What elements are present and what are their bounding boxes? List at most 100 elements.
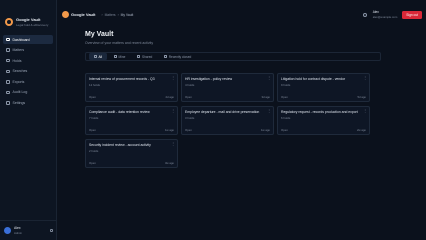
download-icon (6, 80, 10, 84)
sidebar-item-holds[interactable]: Holds (3, 56, 53, 65)
sidebar: Google Vault Legal hold & eDiscovery Das… (0, 0, 57, 240)
grid-icon (94, 55, 97, 58)
card-status: Open (89, 161, 96, 165)
sidebar-item-label: Dashboard (12, 37, 30, 42)
tab-all[interactable]: All (89, 53, 108, 60)
share-icon (137, 55, 140, 58)
matter-card[interactable]: Employee departure - mail and drive pres… (181, 106, 274, 135)
sidebar-item-dashboard[interactable]: Dashboard (3, 35, 53, 44)
matter-card[interactable]: HR investigation - policy review ⋮ 4 hol… (181, 73, 274, 102)
card-date: 3w ago (164, 161, 174, 165)
tab-label: Recently closed (168, 54, 192, 59)
logout-icon[interactable] (50, 229, 53, 232)
more-options-icon[interactable]: ⋮ (363, 76, 367, 80)
more-options-icon[interactable]: ⋮ (267, 109, 271, 113)
more-options-icon[interactable]: ⋮ (171, 76, 175, 80)
search-icon[interactable] (362, 12, 367, 17)
card-status: Open (185, 128, 192, 132)
account-name: Alex (372, 10, 379, 14)
tab-label: All (98, 54, 103, 59)
folder-icon (6, 48, 10, 52)
card-status: Open (281, 95, 288, 99)
breadcrumb: › Matters › My Vault (99, 13, 133, 17)
sidebar-item-label: Matters (12, 48, 25, 53)
tab-shared[interactable]: Shared (132, 53, 157, 60)
card-date: 1w ago (164, 128, 174, 132)
user-role: Admin (14, 231, 22, 235)
card-date: 2w ago (356, 128, 366, 132)
card-date: 1w ago (260, 128, 270, 132)
card-meta: 9 holds (281, 83, 291, 88)
card-status: Open (89, 128, 96, 132)
sidebar-item-label: Exports (12, 79, 25, 84)
card-title: Regulatory request - records production … (281, 110, 358, 114)
sidebar-item-settings[interactable]: Settings (3, 99, 53, 108)
more-options-icon[interactable]: ⋮ (363, 109, 367, 113)
list-icon (6, 90, 10, 95)
main-content: My Vault Overview of your matters and re… (85, 31, 385, 168)
card-title: HR investigation - policy review (185, 77, 233, 81)
matter-card[interactable]: Compliance audit - data retention review… (85, 106, 178, 135)
card-title: Employee departure - mail and drive pres… (185, 110, 260, 114)
sign-out-button[interactable]: Sign out (402, 10, 422, 19)
card-title: Litigation hold for contract dispute - v… (281, 77, 346, 81)
card-meta: 4 holds (185, 83, 195, 88)
card-footer: Open 1w ago (185, 128, 270, 132)
card-footer: Open 2w ago (281, 128, 366, 132)
matter-card[interactable]: Security incident review - account activ… (85, 139, 178, 168)
sidebar-item-label: Audit Log (12, 90, 28, 95)
vault-logo-icon (62, 11, 69, 18)
sidebar-item-searches[interactable]: Searches (3, 67, 53, 76)
breadcrumb-current: My Vault (120, 12, 134, 17)
card-date: 3d ago (261, 95, 270, 99)
matter-card[interactable]: Regulatory request - records production … (277, 106, 370, 135)
card-meta: 3 holds (185, 116, 195, 121)
matter-card[interactable]: Litigation hold for contract dispute - v… (277, 73, 370, 102)
sidebar-item-label: Holds (12, 58, 22, 63)
filter-tabs: All Mine Shared Recently closed (85, 52, 381, 61)
card-meta: 12 holds (89, 83, 100, 88)
brand-name: Google Vault (16, 16, 41, 22)
account-email: alex@example.com (372, 15, 398, 19)
sidebar-item-exports[interactable]: Exports (3, 77, 53, 86)
card-footer: Open 3d ago (185, 95, 270, 99)
tab-label: Shared (141, 54, 153, 59)
tab-mine[interactable]: Mine (109, 53, 130, 60)
more-options-icon[interactable]: ⋮ (267, 76, 271, 80)
brand-subtitle: Legal hold & eDiscovery (16, 22, 49, 27)
user-panel: Alex Admin (0, 220, 57, 240)
card-footer: Open 1w ago (89, 128, 174, 132)
top-brand[interactable]: Google Vault (71, 12, 95, 17)
user-name: Alex (14, 226, 21, 230)
tab-label: Mine (118, 54, 126, 59)
sidebar-item-audit-log[interactable]: Audit Log (3, 88, 53, 97)
grid-icon (6, 37, 10, 42)
tab-recently-closed[interactable]: Recently closed (159, 53, 196, 60)
card-footer: Open 2d ago (89, 95, 174, 99)
sidebar-item-label: Settings (12, 101, 26, 106)
breadcrumb-item[interactable]: Matters (105, 13, 116, 17)
user-icon (114, 55, 117, 58)
avatar[interactable] (4, 227, 11, 234)
sidebar-nav: Dashboard Matters Holds Searches Exports… (0, 28, 56, 108)
matter-card[interactable]: Internal review of procurement records -… (85, 73, 178, 102)
chevron-right-icon: › (101, 12, 103, 17)
chevron-right-icon: › (117, 12, 119, 17)
page-title: My Vault (85, 31, 114, 38)
more-options-icon[interactable]: ⋮ (171, 142, 175, 146)
card-meta: 6 holds (281, 116, 291, 121)
card-status: Open (185, 95, 192, 99)
card-status: Open (89, 95, 96, 99)
card-title: Security incident review - account activ… (89, 143, 151, 147)
card-title: Compliance audit - data retention review (89, 110, 150, 114)
card-status: Open (281, 128, 288, 132)
more-options-icon[interactable]: ⋮ (171, 109, 175, 113)
card-footer: Open 3w ago (89, 161, 174, 165)
sidebar-item-matters[interactable]: Matters (3, 46, 53, 55)
search-icon (6, 69, 10, 74)
card-date: 5d ago (357, 95, 366, 99)
card-meta: 2 holds (89, 149, 99, 154)
account-info[interactable]: Alex alex@example.com (373, 10, 398, 19)
brand[interactable]: Google Vault Legal hold & eDiscovery (0, 0, 56, 28)
clock-icon (164, 55, 167, 58)
